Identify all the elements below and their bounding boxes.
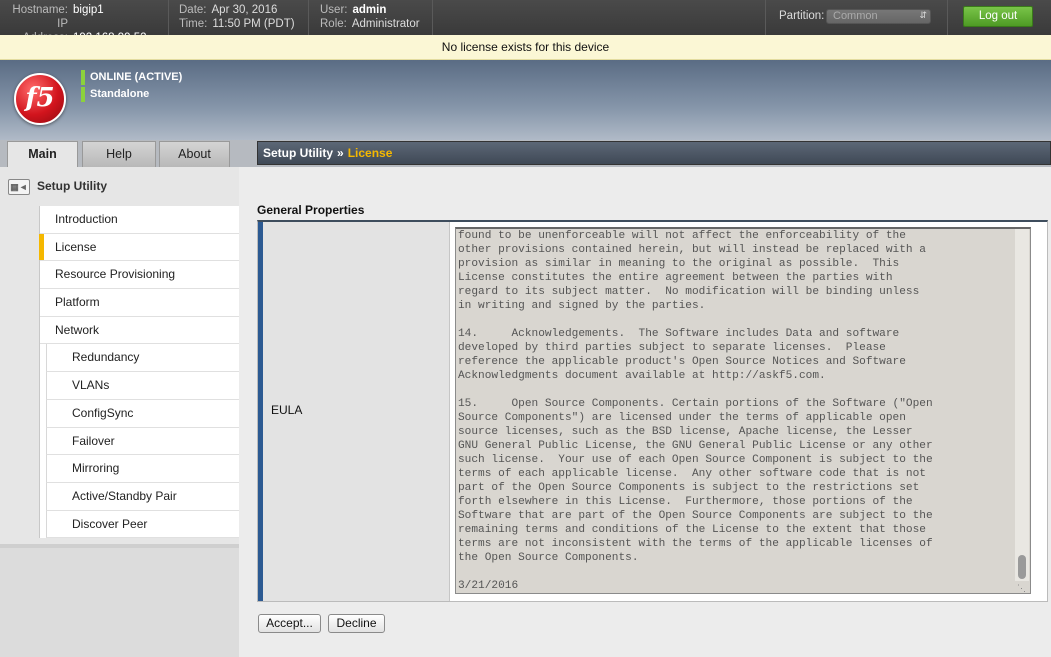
resize-grip-icon[interactable]: ⋱ [1017,583,1028,593]
properties-table: EULA found to be unenforceable will not … [257,220,1048,602]
sidebar-item-license[interactable]: License [39,233,239,262]
role-value: Administrator [351,18,420,30]
sidebar-item-active-standby-pair[interactable]: Active/Standby Pair [46,482,239,511]
sidebar-item-resource-provisioning[interactable]: Resource Provisioning [40,261,239,290]
sidebar-item-platform[interactable]: Platform [40,289,239,317]
tab-strip: Main Help About Setup Utility » License [0,140,1051,168]
f5-logo[interactable]: f5 [14,73,66,125]
user-label: User: [320,4,348,16]
select-arrows-icon: ⇵ [919,10,927,20]
divider [765,0,766,35]
section-title: General Properties [257,203,365,217]
partition-select[interactable]: Common ⇵ [826,9,931,24]
hostname-label: Hostname: [12,4,68,16]
logout-button[interactable]: Log out [963,6,1033,27]
setup-utility-icon: ▦◄ [8,178,30,195]
divider [168,0,169,35]
eula-text: found to be unenforceable will not affec… [458,230,933,592]
device-status: ONLINE (ACTIVE) [81,70,182,85]
sidebar-item-redundancy[interactable]: Redundancy [46,344,239,373]
setup-utility-label: Setup Utility [37,179,108,193]
sidebar-item-vlans[interactable]: VLANs [46,372,239,400]
eula-label: EULA [271,403,303,417]
partition-label: Partition: [779,10,825,22]
scrollbar-thumb[interactable] [1018,555,1026,579]
time-label: Time: [179,18,208,30]
divider [308,0,309,35]
header-banner: f5 ONLINE (ACTIVE) Standalone [0,60,1051,140]
tab-main[interactable]: Main [7,141,78,168]
sidebar-item-configsync[interactable]: ConfigSync [46,399,239,428]
sidebar-item-introduction[interactable]: Introduction [40,206,239,234]
eula-textarea[interactable]: found to be unenforceable will not affec… [455,227,1031,594]
top-status-bar: Hostname:bigip1 IP Address:192.168.99.52… [0,0,1051,44]
sidebar-item-failover[interactable]: Failover [46,427,239,456]
sidebar-footer [0,544,239,657]
sidebar-item-discover-peer[interactable]: Discover Peer [46,510,239,539]
sidebar-item-mirroring[interactable]: Mirroring [46,455,239,483]
sidebar-item-network[interactable]: Network [40,317,239,345]
breadcrumb: Setup Utility » License [257,141,1051,165]
eula-scrollbar[interactable] [1015,229,1029,581]
decline-button[interactable]: Decline [328,614,385,633]
date-label: Date: [179,4,207,16]
tab-about[interactable]: About [159,141,230,167]
time-value: 11:50 PM (PDT) [212,18,295,30]
device-mode: Standalone [81,87,149,102]
datetime-info: Date: Apr 30, 2016 Time: 11:50 PM (PDT) [179,3,295,31]
partition-value: Common [833,10,878,22]
breadcrumb-parent[interactable]: Setup Utility [263,146,333,160]
role-label: Role: [320,18,347,30]
user-info: User: admin Role: Administrator [320,3,420,31]
eula-label-cell: EULA [258,222,450,601]
hostname-value: bigip1 [73,4,104,16]
accept-button[interactable]: Accept... [258,614,321,633]
breadcrumb-separator: » [337,146,344,160]
main-content: General Properties EULA found to be unen… [239,167,1051,657]
breadcrumb-current: License [347,146,393,160]
license-notice: No license exists for this device [0,35,1051,60]
setup-nav-list: Introduction License Resource Provisioni… [39,206,239,539]
divider [947,0,948,35]
divider [432,0,433,35]
tab-help[interactable]: Help [82,141,156,167]
date-value: Apr 30, 2016 [211,4,278,16]
setup-utility-heading[interactable]: ▦◄ Setup Utility [8,177,107,195]
user-value: admin [352,4,387,16]
